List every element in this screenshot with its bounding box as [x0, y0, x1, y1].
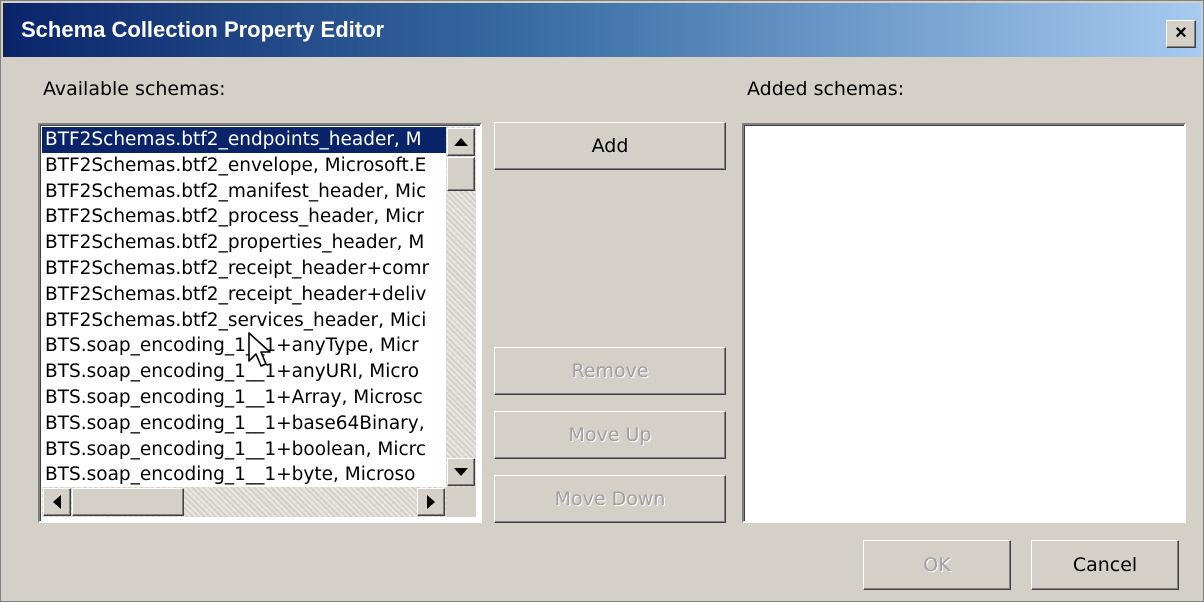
list-item[interactable]: BTF2Schemas.btf2_endpoints_header, M — [42, 127, 446, 153]
scrollbar-corner — [446, 487, 476, 517]
list-item[interactable]: BTF2Schemas.btf2_receipt_header+deliv — [42, 282, 446, 308]
list-item[interactable]: BTF2Schemas.btf2_process_header, Micr — [42, 204, 446, 230]
list-item[interactable]: BTS.soap_encoding_1__1+boolean, Micrc — [42, 437, 446, 463]
horizontal-scroll-thumb[interactable] — [72, 488, 184, 516]
vertical-scroll-thumb[interactable] — [447, 157, 475, 191]
close-button[interactable]: × — [1166, 20, 1196, 48]
scroll-down-button[interactable] — [447, 458, 475, 486]
list-item[interactable]: BTS.soap_encoding_1__1+anyType, Micr — [42, 333, 446, 359]
added-schemas-label: Added schemas: — [747, 78, 905, 100]
list-item[interactable]: BTS.soap_encoding_1__1+byte, Microso — [42, 462, 446, 487]
list-item[interactable]: BTF2Schemas.btf2_envelope, Microsoft.E — [42, 153, 446, 179]
scroll-right-button[interactable] — [417, 488, 445, 516]
scroll-up-button[interactable] — [447, 128, 475, 156]
available-schemas-list[interactable]: BTF2Schemas.btf2_endpoints_header, M BTF2… — [38, 123, 482, 523]
list-item[interactable]: BTF2Schemas.btf2_receipt_header+comr — [42, 256, 446, 282]
scroll-left-button[interactable] — [43, 488, 71, 516]
available-schemas-label: Available schemas: — [43, 78, 226, 100]
list-item[interactable]: BTF2Schemas.btf2_manifest_header, Mic — [42, 179, 446, 205]
remove-button[interactable]: Remove — [494, 347, 726, 395]
list-item[interactable]: BTF2Schemas.btf2_services_header, Mici — [42, 308, 446, 334]
up-arrow-icon — [454, 138, 468, 146]
list-item[interactable]: BTS.soap_encoding_1__1+base64Binary, — [42, 411, 446, 437]
left-arrow-icon — [53, 495, 61, 509]
list-item[interactable]: BTS.soap_encoding_1__1+Array, Microsc — [42, 385, 446, 411]
added-schemas-list[interactable] — [742, 123, 1186, 523]
add-button[interactable]: Add — [494, 122, 726, 170]
list-item[interactable]: BTF2Schemas.btf2_properties_header, M — [42, 230, 446, 256]
title-bar[interactable]: Schema Collection Property Editor × — [3, 3, 1201, 57]
down-arrow-icon — [454, 468, 468, 476]
right-arrow-icon — [427, 495, 435, 509]
horizontal-scrollbar[interactable] — [42, 487, 446, 517]
mouse-cursor-icon — [248, 332, 271, 367]
ok-button[interactable]: OK — [863, 540, 1011, 590]
available-schemas-items: BTF2Schemas.btf2_endpoints_header, M BTF2… — [42, 127, 446, 487]
schema-collection-property-editor-dialog: Schema Collection Property Editor × Avai… — [0, 0, 1204, 602]
list-item[interactable]: BTS.soap_encoding_1__1+anyURI, Micro — [42, 359, 446, 385]
move-down-button[interactable]: Move Down — [494, 475, 726, 523]
move-up-button[interactable]: Move Up — [494, 411, 726, 459]
vertical-scrollbar[interactable] — [446, 127, 476, 487]
window-title: Schema Collection Property Editor — [21, 17, 385, 42]
cancel-button[interactable]: Cancel — [1031, 540, 1179, 590]
